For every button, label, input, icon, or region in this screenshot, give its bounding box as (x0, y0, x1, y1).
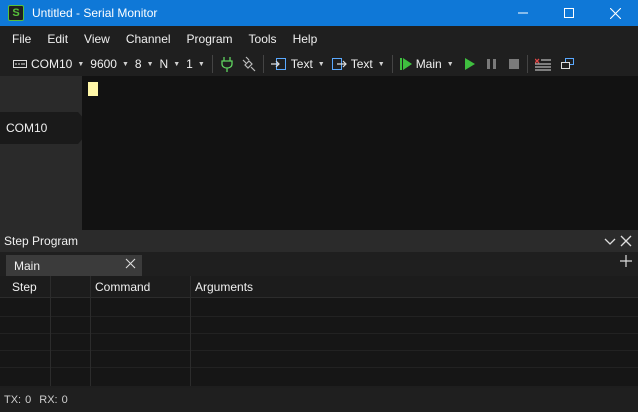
toolbar-divider (391, 55, 393, 73)
run-step-icon (399, 58, 412, 70)
menu-file[interactable]: File (4, 26, 39, 52)
sidebar-item-com10[interactable]: COM10 (0, 112, 92, 144)
chevron-down-icon: ▼ (77, 60, 85, 68)
menu-view[interactable]: View (76, 26, 118, 52)
port-value: COM10 (31, 57, 73, 71)
stop-icon (508, 59, 519, 69)
step-table: Step Command Arguments (0, 276, 638, 386)
tx-count: 0 (25, 394, 32, 406)
menu-tools[interactable]: Tools (241, 26, 285, 52)
baud-value: 9600 (90, 57, 117, 71)
window-toggle-button[interactable] (558, 53, 578, 75)
chevron-down-icon: ▼ (446, 60, 454, 68)
run-button[interactable] (461, 53, 479, 75)
rx-count: 0 (61, 394, 68, 406)
column-header-step[interactable]: Step (12, 280, 37, 294)
parity-value: N (159, 57, 169, 71)
sidebar-item-label: COM10 (6, 121, 48, 135)
window-title: Untitled - Serial Monitor (32, 6, 158, 20)
program-select[interactable]: Main ▼ (397, 53, 457, 75)
column-blank (50, 276, 90, 386)
toolbar-divider (262, 55, 264, 73)
terminal-output[interactable] (82, 76, 638, 230)
serial-port-icon (13, 60, 27, 68)
minimize-button[interactable] (500, 0, 546, 26)
menu-edit[interactable]: Edit (39, 26, 76, 52)
stop-button[interactable] (505, 53, 523, 75)
parity-select[interactable]: N ▼ (157, 53, 184, 75)
channel-sidebar (0, 76, 82, 230)
chevron-down-icon: ▼ (377, 60, 385, 68)
connect-button[interactable] (217, 53, 237, 75)
minimize-icon (518, 12, 528, 14)
title-bar: S Untitled - Serial Monitor (0, 0, 638, 26)
receive-icon (270, 58, 286, 70)
chevron-down-icon: ▼ (317, 60, 325, 68)
status-bar: TX: 0 RX: 0 (0, 388, 638, 412)
rx-mode-value: Text (290, 57, 313, 71)
close-icon[interactable] (125, 258, 136, 269)
column-arguments: Arguments (190, 276, 638, 386)
column-header-command[interactable]: Command (95, 280, 150, 294)
stop-bits-value: 1 (186, 57, 193, 71)
plus-icon (620, 255, 632, 267)
tx-mode-select[interactable]: Text ▼ (328, 53, 388, 75)
baud-select[interactable]: 9600 ▼ (87, 53, 132, 75)
tab-label: Main (14, 258, 41, 273)
play-icon (464, 58, 475, 70)
clear-button[interactable] (532, 53, 554, 75)
text-cursor (88, 82, 98, 96)
disconnect-button[interactable] (237, 53, 259, 75)
maximize-button[interactable] (546, 0, 592, 26)
tx-label: TX: (4, 394, 22, 406)
data-bits-value: 8 (134, 57, 142, 71)
column-command: Command (90, 276, 190, 386)
chevron-down-icon[interactable] (604, 235, 616, 247)
tab-main[interactable]: Main (6, 255, 142, 276)
menu-help[interactable]: Help (285, 26, 326, 52)
column-step: Step (0, 276, 50, 386)
chevron-down-icon: ▼ (121, 60, 129, 68)
pause-icon (486, 59, 496, 69)
close-icon[interactable] (620, 235, 632, 247)
pause-button[interactable] (483, 53, 501, 75)
rx-mode-select[interactable]: Text ▼ (268, 53, 328, 75)
stop-bits-select[interactable]: 1 ▼ (183, 53, 208, 75)
menu-channel[interactable]: Channel (118, 26, 179, 52)
port-select[interactable]: COM10 ▼ (10, 53, 87, 75)
program-value: Main (415, 57, 442, 71)
clear-list-icon (534, 58, 551, 71)
close-button[interactable] (592, 0, 638, 26)
plug-connect-icon (221, 57, 233, 72)
toolbar-divider (526, 55, 528, 73)
transmit-icon (331, 58, 347, 70)
step-program-header: Step Program (0, 230, 638, 252)
close-icon (609, 7, 621, 19)
add-tab-button[interactable] (620, 254, 632, 272)
maximize-icon (564, 8, 574, 18)
program-tab-bar: Main (0, 252, 638, 276)
chevron-down-icon: ▼ (173, 60, 181, 68)
plug-disconnect-icon (242, 56, 256, 72)
window-restore-icon (560, 58, 574, 69)
panel-title: Step Program (4, 234, 79, 248)
rx-label: RX: (39, 394, 58, 406)
chevron-down-icon: ▼ (197, 60, 205, 68)
toolbar: COM10 ▼ 9600 ▼ 8 ▼ N ▼ 1 ▼ Text ▼ Text ▼ Main ▼ (0, 52, 638, 76)
menu-bar: File Edit View Channel Program Tools Hel… (0, 26, 638, 52)
column-header-arguments[interactable]: Arguments (195, 280, 253, 294)
toolbar-divider (211, 55, 213, 73)
menu-program[interactable]: Program (179, 26, 241, 52)
data-bits-select[interactable]: 8 ▼ (132, 53, 157, 75)
tx-mode-value: Text (350, 57, 373, 71)
app-logo-icon: S (8, 5, 24, 21)
chevron-down-icon: ▼ (146, 60, 154, 68)
